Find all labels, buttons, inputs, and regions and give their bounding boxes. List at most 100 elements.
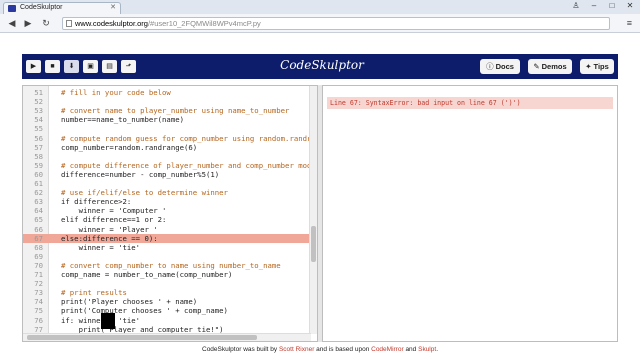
code-text: # compute difference of player_number an… (61, 160, 312, 170)
skulpt-link[interactable]: Skulpt (418, 346, 436, 353)
code-line[interactable]: 70 # convert comp_number to name using nu… (23, 261, 311, 270)
footer-prefix: CodeSkulptor was built by (202, 346, 279, 353)
code-line[interactable]: 60 difference=number - comp_number%5(1) (23, 170, 311, 179)
line-number: 72 (34, 279, 43, 289)
code-line[interactable]: 75 print('Computer chooses ' + comp_name) (23, 306, 311, 315)
line-number: 64 (34, 206, 43, 216)
lightbulb-icon: ✦ (585, 62, 592, 71)
demos-label: Demos (541, 62, 567, 71)
save-button[interactable]: ■ (45, 60, 60, 73)
code-line[interactable]: 61 (23, 179, 311, 188)
line-number: 76 (34, 315, 43, 325)
footer-and: and (403, 346, 419, 353)
codeskulptor-header: ▶ ■ ⬇ ▣ ▤ ⬏ CodeSkulptor ⓘ Docs ✎ Demos ✦ T… (22, 54, 618, 79)
line-number: 71 (34, 270, 43, 279)
code-text: # print results (61, 288, 127, 298)
code-text: comp_name = number_to_name(comp_number) (61, 270, 233, 279)
code-line[interactable]: 52 (23, 97, 311, 106)
code-text: winner = 'Player ' (61, 224, 158, 234)
browser-tab[interactable]: CodeSkulptor ✕ (3, 2, 121, 14)
author-link[interactable]: Scott Rixner (279, 346, 314, 353)
code-line[interactable]: 73 # print results (23, 288, 311, 297)
code-text: winner = 'Computer ' (61, 206, 167, 216)
maximize-icon[interactable]: □ (606, 1, 618, 10)
reload-icon[interactable]: ↻ (40, 18, 52, 29)
docs-label: Docs (495, 62, 514, 71)
line-number: 63 (34, 197, 43, 207)
tips-label: Tips (593, 62, 609, 71)
scrollbar-thumb[interactable] (27, 335, 257, 340)
tab-title: CodeSkulptor (20, 4, 63, 11)
back-icon[interactable]: ◀ (6, 18, 18, 29)
code-line[interactable]: 64 winner = 'Computer ' (23, 206, 311, 215)
tab-close-icon[interactable]: ✕ (110, 3, 116, 13)
code-line[interactable]: 71 comp_name = number_to_name(comp_number… (23, 270, 311, 279)
line-number: 55 (34, 124, 43, 134)
code-line[interactable]: 56 # compute random guess for comp_number… (23, 134, 311, 143)
code-text: difference=number - comp_number%5(1) (61, 169, 220, 179)
window-controls: ♙ – □ ✕ (570, 1, 636, 10)
line-number: 53 (34, 106, 43, 116)
code-text: # compute random guess for comp_number u… (61, 133, 312, 143)
code-line[interactable]: 57 comp_number=random.randrange(6) (23, 143, 311, 152)
line-number: 60 (34, 169, 43, 179)
line-number: 61 (34, 179, 43, 188)
browser-tabstrip: CodeSkulptor ✕ ♙ – □ ✕ (0, 0, 640, 14)
demos-button[interactable]: ✎ Demos (528, 59, 572, 74)
code-line[interactable]: 51 # fill in your code below (23, 88, 311, 97)
code-line[interactable]: 68 winner = 'tie' (23, 243, 311, 252)
code-line[interactable]: 54 number==name_to_number(name) (23, 115, 311, 124)
line-number: 56 (34, 133, 43, 143)
footer-middle: and is based upon (314, 346, 372, 353)
code-line[interactable]: 69 (23, 252, 311, 261)
code-line[interactable]: 63 if difference>2: (23, 197, 311, 206)
editor-horizontal-scrollbar[interactable] (23, 333, 311, 341)
code-editor[interactable]: 51 # fill in your code below 52 53 # convert… (22, 85, 318, 342)
minimize-icon[interactable]: – (588, 1, 600, 10)
footer-suffix: . (436, 346, 438, 353)
tips-button[interactable]: ✦ Tips (580, 59, 614, 74)
url-field[interactable]: www.codeskulptor.org/#user10_2FQMWil8WPv… (62, 17, 610, 30)
code-line[interactable]: 74 print('Player chooses ' + name) (23, 297, 311, 306)
scrollbar-thumb[interactable] (311, 226, 316, 262)
line-number: 69 (34, 251, 43, 261)
user-icon[interactable]: ♙ (570, 1, 582, 10)
address-bar-row: ◀ ▶ ↻ www.codeskulptor.org/#user10_2FQMW… (0, 14, 640, 33)
code-line[interactable]: 66 winner = 'Player ' (23, 225, 311, 234)
new-button[interactable]: ▤ (102, 60, 117, 73)
line-number: 51 (34, 88, 43, 97)
code-text: # fill in your code below (61, 88, 171, 97)
code-text: comp_number=random.randrange(6) (61, 142, 198, 152)
code-line[interactable]: 58 (23, 152, 311, 161)
code-line-error[interactable]: 67 else:difference == 0): (23, 233, 311, 243)
close-window-icon[interactable]: ✕ (624, 1, 636, 10)
download-button[interactable]: ⬇ (64, 60, 79, 73)
open-button[interactable]: ⬏ (121, 60, 136, 73)
footer-credits: CodeSkulptor was built by Scott Rixner a… (0, 346, 640, 353)
browser-menu-icon[interactable]: ≡ (627, 18, 632, 28)
code-text: # use if/elif/else to determine winner (61, 188, 228, 198)
forward-icon[interactable]: ▶ (22, 18, 34, 29)
code-text: elif difference==1 or 2: (61, 215, 167, 225)
text-cursor (101, 313, 115, 329)
code-line[interactable]: 76if: winner = 'tie' (23, 316, 311, 325)
line-number: 75 (34, 306, 43, 316)
line-number: 70 (34, 260, 43, 270)
code-line[interactable]: 53 # convert name to player_number using … (23, 106, 311, 115)
line-number: 59 (34, 160, 43, 170)
run-button[interactable]: ▶ (26, 60, 41, 73)
line-number: 67 (34, 233, 43, 243)
docs-button[interactable]: ⓘ Docs (480, 59, 520, 74)
print-button[interactable]: ▣ (83, 60, 98, 73)
codeskulptor-logo: CodeSkulptor (280, 58, 364, 72)
code-line[interactable]: 72 (23, 279, 311, 288)
code-line[interactable]: 59 # compute difference of player_number … (23, 161, 311, 170)
codemirror-link[interactable]: CodeMirror (371, 346, 404, 353)
editor-vertical-scrollbar[interactable] (309, 86, 317, 334)
line-number: 52 (34, 97, 43, 107)
code-line[interactable]: 65 elif difference==1 or 2: (23, 215, 311, 224)
code-line[interactable]: 62 # use if/elif/else to determine winner (23, 188, 311, 197)
code-line[interactable]: 55 (23, 124, 311, 133)
line-number: 73 (34, 288, 43, 298)
line-number: 58 (34, 151, 43, 161)
